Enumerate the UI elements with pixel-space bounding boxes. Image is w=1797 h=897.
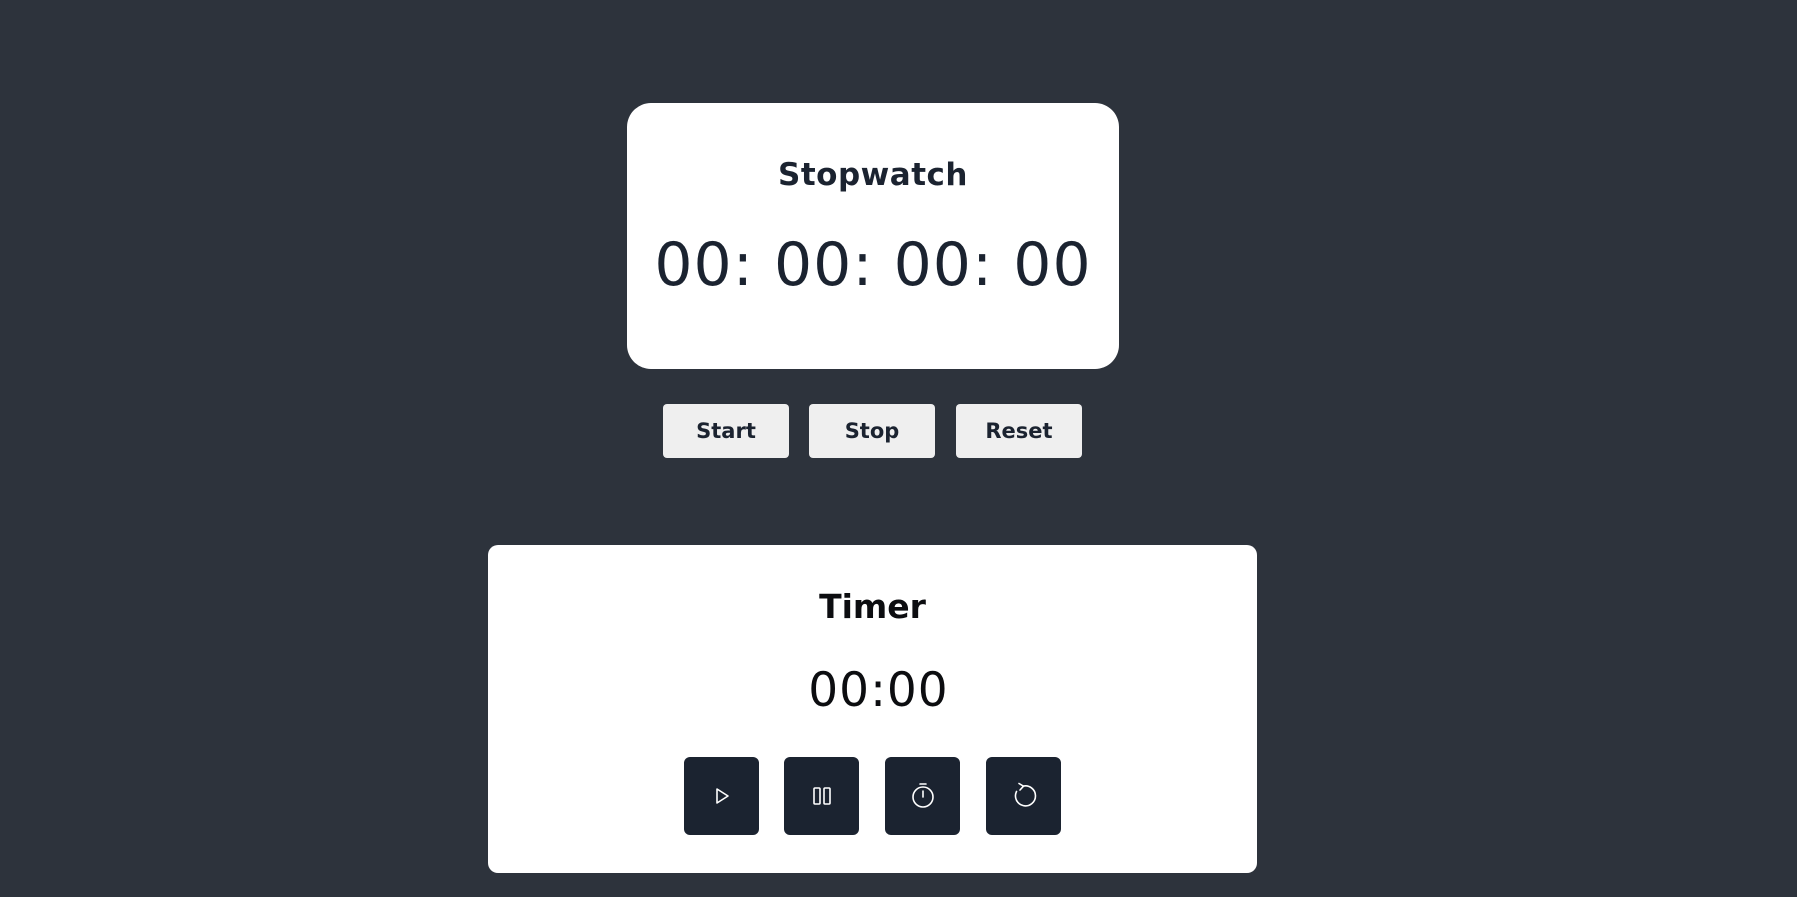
reset-button[interactable]: Reset <box>956 404 1082 458</box>
stopwatch-title: Stopwatch <box>778 157 968 193</box>
stop-button[interactable]: Stop <box>809 404 935 458</box>
start-button[interactable]: Start <box>663 404 789 458</box>
timer-pause-button[interactable] <box>784 757 859 835</box>
stopwatch-controls: Start Stop Reset <box>0 404 1797 458</box>
play-icon <box>712 786 732 806</box>
stopwatch-icon <box>910 782 936 810</box>
timer-reset-button[interactable] <box>986 757 1061 835</box>
reset-icon <box>1010 782 1038 810</box>
pause-icon <box>811 785 833 807</box>
timer-title: Timer <box>819 587 926 626</box>
stopwatch-display: 00: 00: 00: 00 <box>654 230 1092 300</box>
timer-play-button[interactable] <box>684 757 759 835</box>
stopwatch-card: Stopwatch 00: 00: 00: 00 <box>627 103 1119 369</box>
timer-set-button[interactable] <box>885 757 960 835</box>
timer-card: Timer 00:00 <box>488 545 1257 873</box>
timer-display: 00:00 <box>808 663 949 718</box>
